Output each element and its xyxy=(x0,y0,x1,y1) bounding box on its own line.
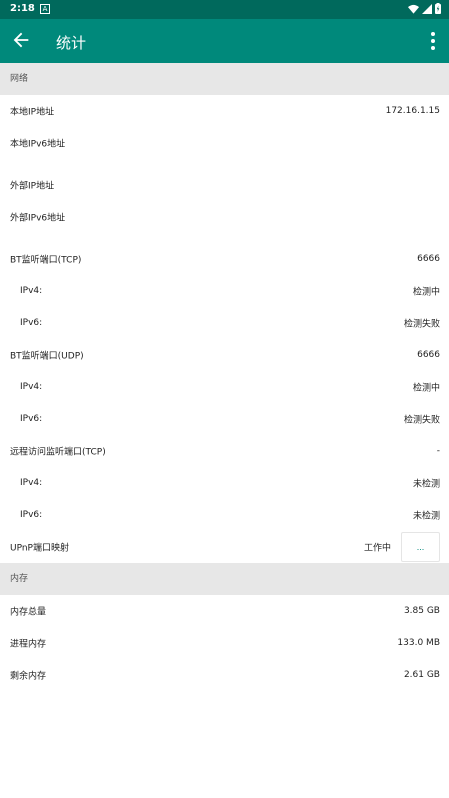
row-bt-udp: BT监听端口(UDP) 6666 xyxy=(0,339,449,371)
row-label: 本地IPv6地址 xyxy=(10,139,66,150)
row-bt-udp-ipv4: IPv4: 检测中 xyxy=(0,371,449,403)
section-header-memory: 内存 xyxy=(0,563,449,595)
row-memory-process: 进程内存 133.0 MB xyxy=(0,627,449,659)
row-label: 外部IPv6地址 xyxy=(10,213,66,224)
row-label: IPv6: xyxy=(20,414,43,424)
stats-content: 网络 本地IP地址 172.16.1.15 本地IPv6地址 外部IP地址 外部… xyxy=(0,63,449,691)
row-value: - xyxy=(436,446,440,456)
row-label: UPnP端口映射 xyxy=(10,543,69,554)
row-value: 检测失败 xyxy=(403,415,440,426)
row-remote-tcp-ipv6: IPv6: 未检测 xyxy=(0,499,449,531)
row-value: 未检测 xyxy=(412,511,440,522)
more-vert-icon[interactable] xyxy=(429,31,437,51)
row-value: 检测中 xyxy=(412,383,440,394)
row-value: 未检测 xyxy=(412,479,440,490)
row-bt-udp-ipv6: IPv6: 检测失败 xyxy=(0,403,449,435)
row-value: 172.16.1.15 xyxy=(385,106,440,116)
row-remote-tcp: 远程访问监听端口(TCP) - xyxy=(0,435,449,467)
wifi-icon xyxy=(408,4,419,14)
row-bt-tcp: BT监听端口(TCP) 6666 xyxy=(0,243,449,275)
row-external-ipv4: 外部IP地址 xyxy=(0,169,449,201)
row-external-ipv6: 外部IPv6地址 xyxy=(0,201,449,233)
system-icons xyxy=(408,3,441,14)
row-value: 检测失败 xyxy=(403,319,440,330)
row-value: 6666 xyxy=(417,350,440,360)
row-label: BT监听端口(TCP) xyxy=(10,255,82,266)
row-label: 外部IP地址 xyxy=(10,181,55,192)
row-label: IPv6: xyxy=(20,318,43,328)
row-label: 进程内存 xyxy=(10,639,47,650)
upnp-more-button[interactable]: ... xyxy=(401,532,440,562)
status-time: 2:18 xyxy=(10,3,35,14)
row-bt-tcp-ipv6: IPv6: 检测失败 xyxy=(0,307,449,339)
row-label: 内存总量 xyxy=(10,607,47,618)
row-value: 6666 xyxy=(417,254,440,264)
arrow-left-icon[interactable] xyxy=(10,29,32,51)
battery-icon xyxy=(435,3,441,14)
row-label: IPv4: xyxy=(20,478,43,488)
row-label: BT监听端口(UDP) xyxy=(10,351,84,362)
row-label: IPv4: xyxy=(20,382,43,392)
row-label: IPv4: xyxy=(20,286,43,296)
row-label: IPv6: xyxy=(20,510,43,520)
row-memory-free: 剩余内存 2.61 GB xyxy=(0,659,449,691)
row-upnp: UPnP端口映射 工作中 ... xyxy=(0,531,449,563)
row-remote-tcp-ipv4: IPv4: 未检测 xyxy=(0,467,449,499)
signal-icon xyxy=(422,3,432,14)
row-label: 剩余内存 xyxy=(10,671,47,682)
row-memory-total: 内存总量 3.85 GB xyxy=(0,595,449,627)
row-label: 本地IP地址 xyxy=(10,107,55,118)
page-title: 统计 xyxy=(56,34,87,52)
row-value: 检测中 xyxy=(412,287,440,298)
row-bt-tcp-ipv4: IPv4: 检测中 xyxy=(0,275,449,307)
row-label: 远程访问监听端口(TCP) xyxy=(10,447,106,458)
app-bar: 统计 xyxy=(0,19,449,63)
section-header-network: 网络 xyxy=(0,63,449,95)
row-local-ipv6: 本地IPv6地址 xyxy=(0,127,449,159)
row-value: 3.85 GB xyxy=(403,606,440,616)
notification-a-icon: A xyxy=(40,4,50,14)
row-value: 2.61 GB xyxy=(403,670,440,680)
status-bar: 2:18 A xyxy=(0,0,449,19)
row-value: 133.0 MB xyxy=(397,638,440,648)
row-local-ipv4: 本地IP地址 172.16.1.15 xyxy=(0,95,449,127)
upnp-status: 工作中 xyxy=(363,543,391,554)
